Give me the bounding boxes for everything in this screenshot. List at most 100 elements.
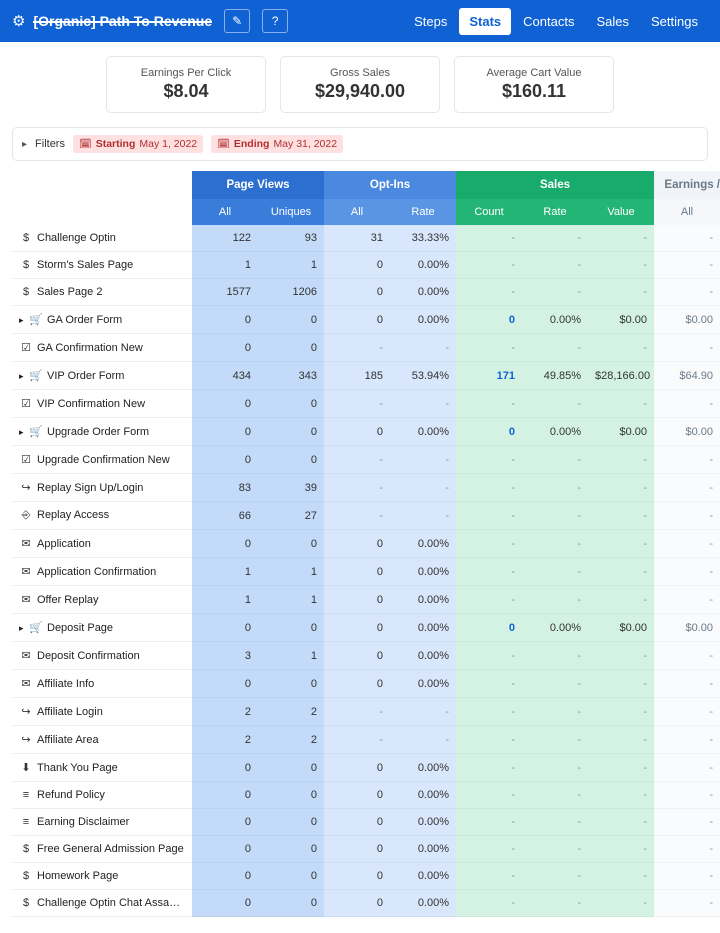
cell: 0.00% [522,418,588,446]
table-row[interactable]: ✉Affiliate Info0000.00%----- [12,670,720,698]
row-name-cell[interactable]: ☑GA Confirmation New [12,334,192,362]
row-name-cell[interactable]: ↪Affiliate Area [12,726,192,754]
row-name-cell[interactable]: ✉Offer Replay [12,586,192,614]
row-name-cell[interactable]: ▸🛒GA Order Form [12,306,192,334]
lines-icon: ≡ [19,816,33,828]
table-row[interactable]: $Challenge Optin Chat Assassins0000.00%-… [12,890,720,917]
cell: 0 [192,670,258,698]
nav-sales[interactable]: Sales [586,8,639,35]
row-name-cell[interactable]: ▸🛒VIP Order Form [12,362,192,390]
filter-end-pill[interactable]: 🗓 Ending May 31, 2022 [211,135,343,153]
row-name-cell[interactable]: ☑VIP Confirmation New [12,390,192,418]
cell: 0 [258,670,324,698]
table-row[interactable]: ≡Refund Policy0000.00%----- [12,782,720,809]
row-name-cell[interactable]: $Homework Page [12,863,192,890]
table-row[interactable]: ↪Replay Sign Up/Login8339------- [12,474,720,502]
group-pageviews[interactable]: Page Views [192,171,324,199]
cell: - [456,530,522,558]
row-name-cell[interactable]: ⬇Thank You Page [12,754,192,782]
table-row[interactable]: $Homework Page0000.00%----- [12,863,720,890]
table-row[interactable]: ☑Upgrade Confirmation New00------- [12,446,720,474]
filter-label: Filters [35,138,65,150]
chevron-right-icon[interactable]: ▸ [22,139,27,150]
row-name-cell[interactable]: ↪Affiliate Login [12,698,192,726]
cell: - [522,502,588,530]
cell: - [654,502,720,530]
row-name-cell[interactable]: ▸🛒Deposit Page [12,614,192,642]
expand-triangle-icon[interactable]: ▸ [19,623,29,634]
cell: 0 [324,418,390,446]
row-name-cell[interactable]: ⎆Replay Access [12,502,192,530]
row-name-cell[interactable]: $Challenge Optin Chat Assassins [12,890,192,917]
table-row[interactable]: ✉Deposit Confirmation3100.00%----- [12,642,720,670]
row-name-cell[interactable]: ✉Application Confirmation [12,558,192,586]
lines-icon: ≡ [19,789,33,801]
cell: - [654,334,720,362]
filter-start-pill[interactable]: 🗓 Starting May 1, 2022 [73,135,203,153]
table-row[interactable]: ▸🛒GA Order Form0000.00%00.00%$0.00$0.00$… [12,306,720,334]
help-icon[interactable]: ? [262,9,288,33]
cell: 0 [258,334,324,362]
edit-icon[interactable]: ✎ [224,9,250,33]
header-left: ⚙ [Organic] Path To Revenue ✎ ? [12,9,288,33]
cell: 0 [258,614,324,642]
expand-triangle-icon[interactable]: ▸ [19,427,29,438]
row-name-cell[interactable]: ≡Earning Disclaimer [12,809,192,836]
sub-sl-count[interactable]: Count [456,199,522,225]
table-row[interactable]: $Free General Admission Page0000.00%----… [12,836,720,863]
table-row[interactable]: ⬇Thank You Page0000.00%----- [12,754,720,782]
table-row[interactable]: ▸🛒Deposit Page0000.00%00.00%$0.00$0.00$0… [12,614,720,642]
expand-triangle-icon[interactable]: ▸ [19,315,29,326]
nav-stats[interactable]: Stats [459,8,511,35]
row-name-cell[interactable]: ✉Deposit Confirmation [12,642,192,670]
table-row[interactable]: ⎆Replay Access6627------- [12,502,720,530]
table-row[interactable]: ≡Earning Disclaimer0000.00%----- [12,809,720,836]
cell: - [456,334,522,362]
sub-ep-all[interactable]: All [654,199,720,225]
row-name-cell[interactable]: ↪Replay Sign Up/Login [12,474,192,502]
sub-pv-uniques[interactable]: Uniques [258,199,324,225]
table-row[interactable]: ✉Application Confirmation1100.00%----- [12,558,720,586]
row-name-cell[interactable]: $Free General Admission Page [12,836,192,863]
table-row[interactable]: ▸🛒Upgrade Order Form0000.00%00.00%$0.00$… [12,418,720,446]
nav-settings[interactable]: Settings [641,8,708,35]
sub-oi-all[interactable]: All [324,199,390,225]
table-row[interactable]: ✉Application0000.00%----- [12,530,720,558]
sub-sl-rate[interactable]: Rate [522,199,588,225]
row-name-cell[interactable]: ≡Refund Policy [12,782,192,809]
cell: 0 [192,754,258,782]
row-name-cell[interactable]: ☑Upgrade Confirmation New [12,446,192,474]
table-row[interactable]: ☑GA Confirmation New00------- [12,334,720,362]
sub-pv-all[interactable]: All [192,199,258,225]
filter-end-label: Ending [234,138,270,150]
cell: - [654,558,720,586]
group-optins[interactable]: Opt-Ins [324,171,456,199]
table-row[interactable]: ▸🛒VIP Order Form43434318553.94%17149.85%… [12,362,720,390]
table-row[interactable]: $Challenge Optin122933133.33%----- [12,225,720,252]
expand-triangle-icon[interactable]: ▸ [19,371,29,382]
filter-bar[interactable]: ▸ Filters 🗓 Starting May 1, 2022 🗓 Endin… [12,127,708,161]
row-name-cell[interactable]: $Storm's Sales Page [12,252,192,279]
row-name-cell[interactable]: ▸🛒Upgrade Order Form [12,418,192,446]
table-row[interactable]: ✉Offer Replay1100.00%----- [12,586,720,614]
group-earnings[interactable]: Earnings / Pageview [654,171,720,199]
row-name-cell[interactable]: $Sales Page 2 [12,279,192,306]
cell: - [522,558,588,586]
table-row[interactable]: ☑VIP Confirmation New00------- [12,390,720,418]
cell: - [588,390,654,418]
cell: 1577 [192,279,258,306]
table-row[interactable]: $Storm's Sales Page1100.00%----- [12,252,720,279]
nav-steps[interactable]: Steps [404,8,457,35]
gear-icon[interactable]: ⚙ [12,12,25,30]
row-name-cell[interactable]: $Challenge Optin [12,225,192,252]
nav-contacts[interactable]: Contacts [513,8,584,35]
sub-sl-value[interactable]: Value [588,199,654,225]
table-row[interactable]: ↪Affiliate Login22------- [12,698,720,726]
row-label: Sales Page 2 [37,286,102,298]
table-row[interactable]: ↪Affiliate Area22------- [12,726,720,754]
table-row[interactable]: $Sales Page 21577120600.00%----- [12,279,720,306]
row-name-cell[interactable]: ✉Affiliate Info [12,670,192,698]
sub-oi-rate[interactable]: Rate [390,199,456,225]
row-name-cell[interactable]: ✉Application [12,530,192,558]
group-sales[interactable]: Sales [456,171,654,199]
